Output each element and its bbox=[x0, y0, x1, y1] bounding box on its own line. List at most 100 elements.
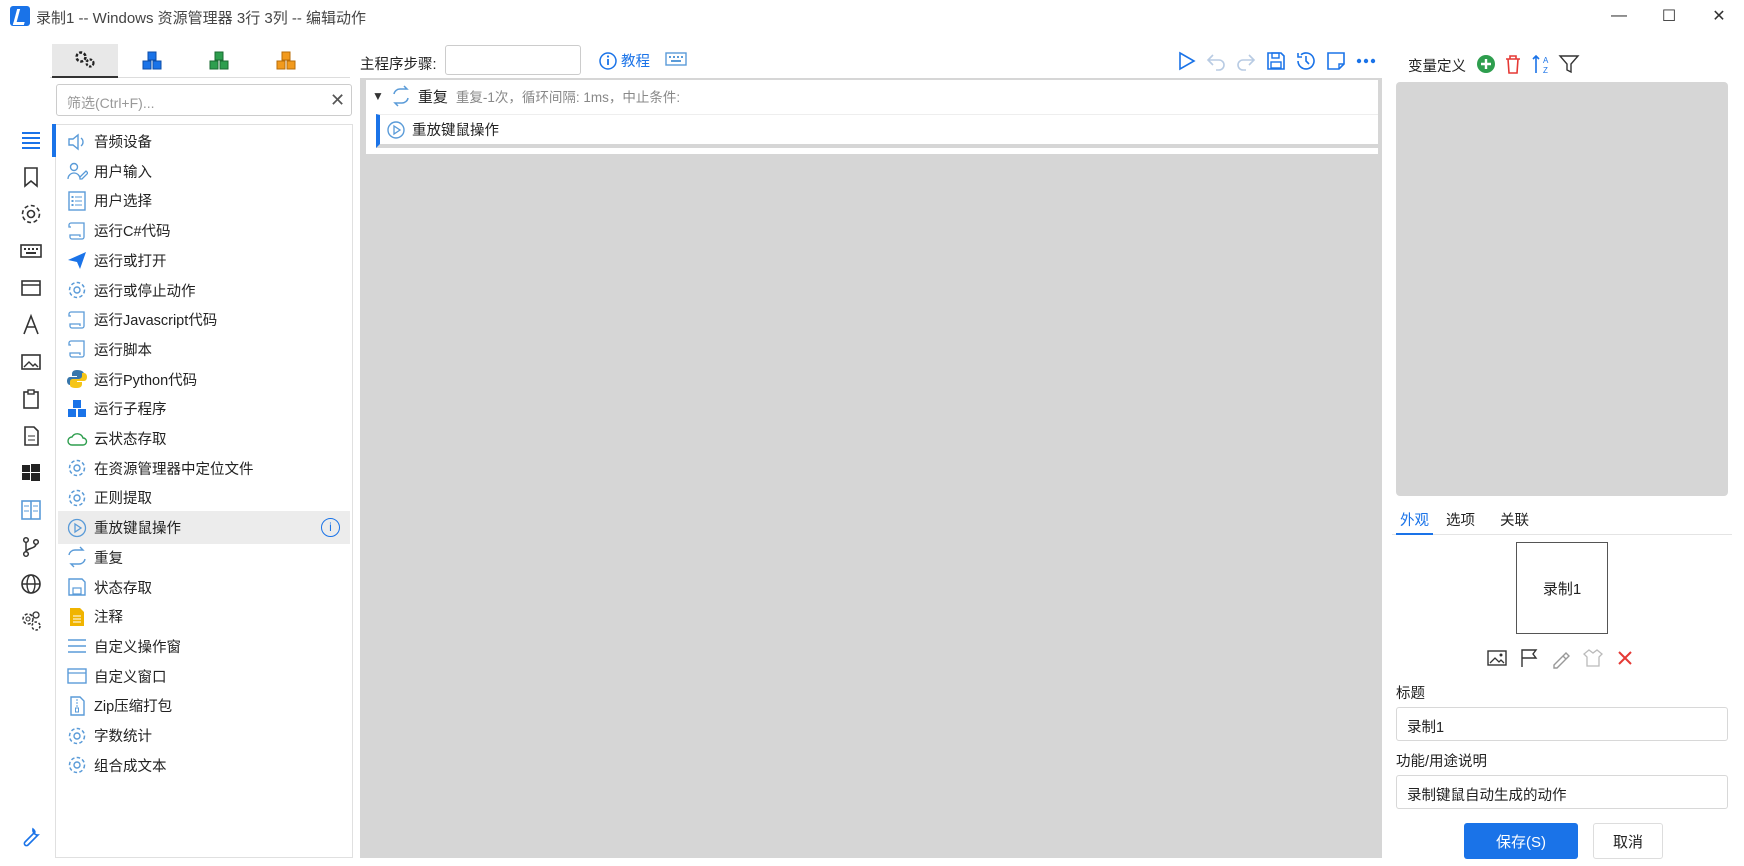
script-icon bbox=[68, 311, 85, 329]
wrench-icon[interactable] bbox=[19, 825, 43, 849]
save-icon[interactable] bbox=[1265, 50, 1287, 72]
repeat-title: 重复 bbox=[417, 88, 448, 106]
clear-filter-icon[interactable]: ✕ bbox=[330, 90, 345, 111]
tab-green-cubes[interactable] bbox=[186, 44, 252, 78]
clipboard-icon[interactable] bbox=[19, 387, 43, 411]
more-icon[interactable] bbox=[1355, 50, 1377, 72]
save-button[interactable]: 保存(S) bbox=[1464, 823, 1578, 859]
tab-orange-cubes[interactable] bbox=[253, 44, 319, 78]
action-item[interactable]: 运行子程序 bbox=[58, 392, 350, 425]
action-item[interactable]: 字数统计 bbox=[58, 719, 350, 752]
action-item[interactable]: 自定义窗口 bbox=[58, 660, 350, 693]
action-item[interactable]: 正则提取 bbox=[58, 481, 350, 514]
action-item[interactable]: 用户选择 bbox=[58, 184, 350, 217]
main-step-input[interactable] bbox=[445, 45, 581, 75]
collapse-caret-icon[interactable]: ▼ bbox=[372, 89, 384, 103]
action-item[interactable]: 注释 bbox=[58, 600, 350, 633]
action-item[interactable]: 运行C#代码 bbox=[58, 214, 350, 247]
lines-icon bbox=[68, 639, 86, 654]
action-item-label: 运行或打开 bbox=[94, 253, 167, 270]
shirt-icon[interactable] bbox=[1582, 647, 1604, 669]
variables-header: 变量定义 AZ bbox=[1392, 48, 1732, 82]
action-item[interactable]: 运行脚本 bbox=[58, 333, 350, 366]
tutorial-link[interactable]: 教程 bbox=[598, 50, 650, 71]
font-icon[interactable] bbox=[19, 313, 43, 337]
filter-icon[interactable] bbox=[1558, 53, 1580, 75]
branch-icon[interactable] bbox=[19, 535, 43, 559]
eyedropper-icon[interactable] bbox=[1550, 647, 1572, 669]
variables-title: 变量定义 bbox=[1408, 59, 1466, 75]
title-bar: 录制1 -- Windows 资源管理器 3行 3列 -- 编辑动作 — ☐ ✕ bbox=[0, 0, 1744, 32]
window-icon[interactable] bbox=[19, 276, 43, 300]
action-item[interactable]: 重放键鼠操作 i bbox=[58, 511, 350, 545]
action-item[interactable]: 运行Javascript代码 bbox=[58, 303, 350, 336]
action-item[interactable]: 运行或打开 bbox=[58, 244, 350, 277]
list-icon[interactable] bbox=[19, 128, 43, 152]
repeat-step[interactable]: ▼ 重复 重复-1次，循环间隔: 1ms，中止条件: bbox=[366, 80, 1378, 112]
action-item[interactable]: 音频设备 bbox=[58, 125, 350, 158]
tab-blue-cubes[interactable] bbox=[119, 44, 185, 78]
cancel-button[interactable]: 取消 bbox=[1593, 823, 1663, 859]
category-tabs bbox=[50, 44, 350, 78]
action-item-label: 音频设备 bbox=[94, 135, 152, 151]
title-input[interactable]: 录制1 bbox=[1396, 707, 1728, 741]
action-item[interactable]: 用户输入 bbox=[58, 155, 350, 188]
action-item-label: 正则提取 bbox=[94, 491, 152, 508]
action-item-label: 重复 bbox=[94, 550, 123, 567]
keyboard-icon[interactable] bbox=[665, 51, 687, 70]
script-icon bbox=[68, 340, 85, 359]
action-item[interactable]: Zip压缩打包 bbox=[58, 689, 350, 722]
flag-icon[interactable] bbox=[1518, 647, 1540, 669]
gear-icon bbox=[68, 489, 86, 507]
play-icon[interactable] bbox=[1175, 50, 1197, 72]
variables-area[interactable] bbox=[1396, 82, 1728, 496]
property-tab[interactable]: 关联 bbox=[1496, 505, 1533, 535]
child-step[interactable]: 重放键鼠操作 bbox=[376, 114, 1378, 148]
bookmark-icon[interactable] bbox=[19, 165, 43, 189]
maximize-button[interactable]: ☐ bbox=[1644, 0, 1694, 32]
redo-icon[interactable] bbox=[1235, 50, 1257, 72]
close-button[interactable]: ✕ bbox=[1694, 0, 1744, 32]
minimize-button[interactable]: — bbox=[1594, 0, 1644, 32]
action-item[interactable]: 云状态存取 bbox=[58, 422, 350, 455]
gears-icon[interactable] bbox=[19, 609, 43, 633]
action-item[interactable]: 重复 bbox=[58, 541, 350, 574]
delete-variable-icon[interactable] bbox=[1502, 53, 1524, 75]
gear-icon[interactable] bbox=[19, 202, 43, 226]
action-item[interactable]: 组合成文本 bbox=[58, 749, 350, 782]
sort-icon[interactable]: AZ bbox=[1530, 52, 1554, 76]
editor-canvas[interactable]: ▼ 重复 重复-1次，循环间隔: 1ms，中止条件: 重放键鼠操作 bbox=[360, 78, 1382, 858]
compare-icon[interactable] bbox=[19, 498, 43, 522]
description-input[interactable]: 录制键鼠自动生成的动作 bbox=[1396, 775, 1728, 809]
property-tab[interactable]: 选项 bbox=[1442, 505, 1479, 535]
action-item[interactable]: 运行Python代码 bbox=[58, 363, 350, 396]
action-item[interactable]: 运行或停止动作 bbox=[58, 274, 350, 307]
image-icon[interactable] bbox=[19, 350, 43, 374]
image-icon[interactable] bbox=[1486, 647, 1508, 669]
paper-plane-icon bbox=[68, 252, 86, 270]
remove-icon[interactable] bbox=[1614, 647, 1636, 669]
info-icon bbox=[599, 51, 617, 70]
windows-logo-icon[interactable] bbox=[19, 461, 43, 485]
keyboard-icon[interactable] bbox=[19, 239, 43, 263]
list-top-indicator bbox=[52, 124, 56, 157]
action-item[interactable]: 自定义操作窗 bbox=[58, 630, 350, 663]
action-item[interactable]: 在资源管理器中定位文件 bbox=[58, 452, 350, 485]
action-item[interactable]: 状态存取 bbox=[58, 571, 350, 604]
svg-text:Z: Z bbox=[1543, 66, 1548, 75]
action-item-label: 自定义操作窗 bbox=[94, 639, 181, 656]
property-tab[interactable]: 外观 bbox=[1396, 505, 1433, 535]
note-icon[interactable] bbox=[1325, 50, 1347, 72]
filter-input[interactable]: 筛选(Ctrl+F)... bbox=[56, 84, 352, 116]
globe-icon[interactable] bbox=[19, 572, 43, 596]
undo-icon[interactable] bbox=[1205, 50, 1227, 72]
cubes-icon bbox=[68, 399, 86, 417]
document-icon[interactable] bbox=[19, 424, 43, 448]
property-tabs: 外观 选项 关联 bbox=[1392, 505, 1732, 535]
tab-gears[interactable] bbox=[52, 44, 118, 78]
history-icon[interactable] bbox=[1295, 50, 1317, 72]
add-variable-icon[interactable] bbox=[1476, 54, 1496, 74]
gear-icon bbox=[68, 459, 86, 477]
info-icon[interactable]: i bbox=[321, 518, 340, 538]
tutorial-label: 教程 bbox=[621, 54, 650, 70]
